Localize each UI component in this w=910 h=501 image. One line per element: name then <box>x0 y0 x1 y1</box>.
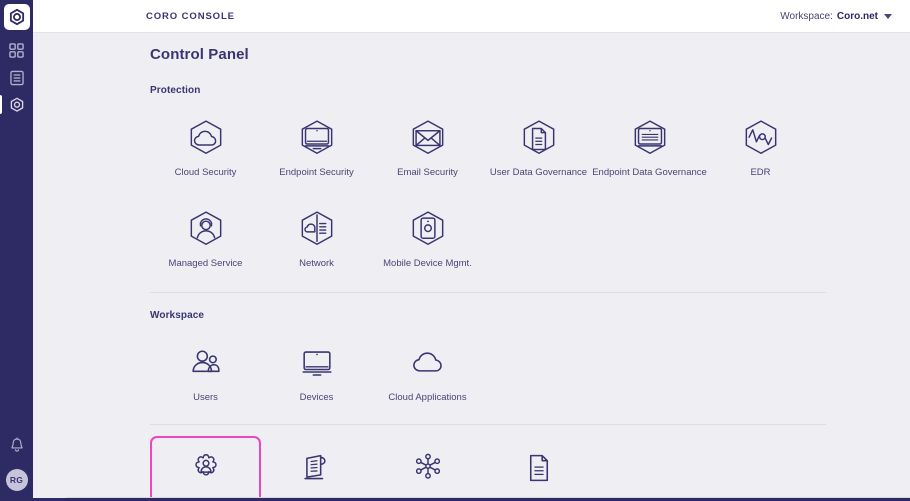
sidebar-footer: RG <box>5 437 28 501</box>
dashboard-grid-icon <box>9 43 24 58</box>
tile-endpoint-data-governance[interactable]: Endpoint Data Governance <box>592 107 707 187</box>
protection-row-2: Managed Service Network Mobile Device Mg… <box>150 198 898 278</box>
tile-label: Devices <box>299 392 334 403</box>
mobile-device-mgmt-icon <box>406 207 450 253</box>
avatar-initials: RG <box>9 475 24 485</box>
tile-label: Cloud Applications <box>388 392 467 403</box>
topbar: CORO CONSOLE Workspace: Coro.net <box>33 0 910 33</box>
cloud-security-icon <box>184 116 228 162</box>
control-panel-gear-icon <box>9 97 25 113</box>
reports-document-icon <box>9 70 25 86</box>
user-data-governance-icon <box>517 116 561 162</box>
workspace-row-1: Users Devices Cloud Applications <box>150 332 898 412</box>
activity-logs-icon <box>295 445 339 491</box>
notifications-bell-button[interactable] <box>9 437 25 454</box>
tile-managed-service[interactable]: Managed Service <box>150 198 261 278</box>
reports-icon <box>517 445 561 491</box>
tile-endpoint-security[interactable]: Endpoint Security <box>261 107 372 187</box>
section-divider-1 <box>150 292 826 293</box>
page-title: Control Panel <box>150 46 249 63</box>
edr-icon <box>739 116 783 162</box>
tile-label: Email Security <box>397 167 458 178</box>
managed-service-icon <box>184 207 228 253</box>
coro-logo[interactable] <box>3 4 30 30</box>
tile-network[interactable]: Network <box>261 198 372 278</box>
sidebar-item-control-panel[interactable] <box>0 91 33 118</box>
tile-label: Endpoint Security <box>279 167 354 178</box>
users-icon <box>184 341 228 387</box>
tile-label: Endpoint Data Governance <box>592 167 707 178</box>
section-title-protection: Protection <box>150 85 201 96</box>
workspace-selector[interactable]: Workspace: Coro.net <box>780 11 892 22</box>
tile-label: Mobile Device Mgmt. <box>383 258 472 269</box>
connectors-icon <box>406 445 450 491</box>
devices-icon <box>295 341 339 387</box>
tile-cloud-security[interactable]: Cloud Security <box>150 107 261 187</box>
tile-reports[interactable]: Reports <box>483 436 594 501</box>
tile-edr[interactable]: EDR <box>705 107 816 187</box>
tile-label: EDR <box>750 167 771 178</box>
tile-users[interactable]: Users <box>150 332 261 412</box>
tile-access-control[interactable]: Access Control <box>150 436 261 501</box>
app-window: RG CORO CONSOLE Workspace: Coro.net Cont… <box>0 0 910 501</box>
tile-label: Users <box>193 392 218 403</box>
protection-row-1: Cloud Security Endpoint Security Email S… <box>150 107 898 187</box>
tile-label: User Data Governance <box>489 167 588 178</box>
section-title-workspace: Workspace <box>150 310 205 321</box>
tile-cloud-applications[interactable]: Cloud Applications <box>372 332 483 412</box>
endpoint-data-governance-icon <box>628 116 672 162</box>
tile-label: Cloud Security <box>174 167 237 178</box>
endpoint-security-icon <box>295 116 339 162</box>
avatar[interactable]: RG <box>5 469 28 491</box>
notifications-bell-icon <box>9 437 25 454</box>
tile-email-security[interactable]: Email Security <box>372 107 483 187</box>
workspace-label: Workspace: <box>780 10 833 22</box>
sidebar-item-reports[interactable] <box>0 64 33 91</box>
tile-activity-logs[interactable]: Activity Logs <box>261 436 372 501</box>
section-divider-2 <box>150 424 826 425</box>
cloud-applications-icon <box>406 341 450 387</box>
tile-label: Network <box>299 258 334 269</box>
email-security-icon <box>406 116 450 162</box>
brand-title: CORO CONSOLE <box>146 10 235 22</box>
main-area: CORO CONSOLE Workspace: Coro.net Control… <box>33 0 910 501</box>
sidebar: RG <box>0 0 33 501</box>
network-icon <box>295 207 339 253</box>
tile-connectors[interactable]: Connectors <box>372 436 483 501</box>
tile-mobile-device-mgmt[interactable]: Mobile Device Mgmt. <box>372 198 483 278</box>
tile-devices[interactable]: Devices <box>261 332 372 412</box>
chevron-down-icon <box>884 13 892 19</box>
workspace-row-2: Access Control Act <box>150 436 898 501</box>
tile-label: Managed Service <box>168 258 243 269</box>
content: Control Panel Protection Cloud Security <box>33 33 910 501</box>
workspace-value: Coro.net <box>836 10 878 22</box>
access-control-icon <box>184 445 228 491</box>
tile-user-data-governance[interactable]: User Data Governance <box>483 107 594 187</box>
sidebar-item-dashboard[interactable] <box>0 37 33 64</box>
